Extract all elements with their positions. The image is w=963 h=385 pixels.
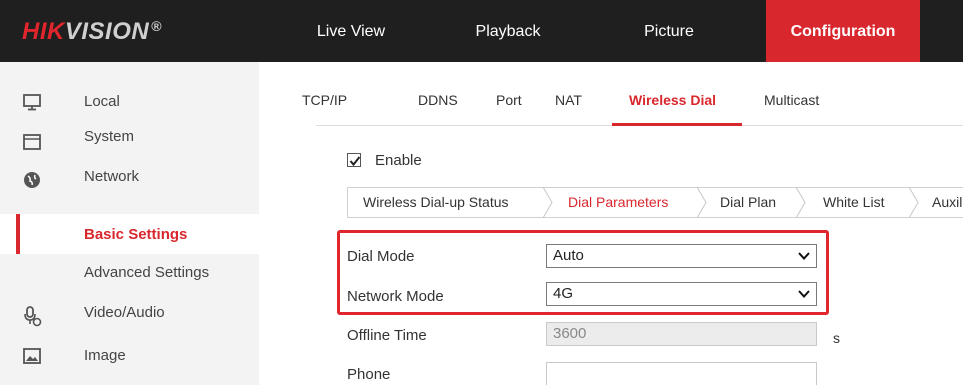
active-tab-underline bbox=[612, 123, 742, 126]
subtab-wireless-dial-up-status[interactable]: Wireless Dial-up Status bbox=[363, 188, 509, 217]
tab-wireless-dial[interactable]: Wireless Dial bbox=[629, 92, 716, 108]
separator-chevron-icon bbox=[908, 187, 919, 218]
separator-chevron-icon bbox=[795, 187, 806, 218]
sidebar-item-image[interactable]: Image bbox=[0, 334, 259, 374]
network-mode-label: Network Mode bbox=[347, 288, 444, 305]
main-content: TCP/IP DDNS Port NAT Wireless Dial Multi… bbox=[259, 62, 963, 385]
sidebar-item-label: Advanced Settings bbox=[84, 264, 210, 281]
chevron-down-icon bbox=[798, 290, 810, 298]
dial-mode-value: Auto bbox=[553, 247, 584, 264]
sidebar-item-video-audio[interactable]: Video/Audio bbox=[0, 294, 259, 334]
tab-multicast[interactable]: Multicast bbox=[764, 92, 819, 108]
nav-picture[interactable]: Picture bbox=[614, 0, 724, 62]
nav-playback[interactable]: Playback bbox=[446, 0, 570, 62]
sidebar-item-label: System bbox=[84, 128, 135, 145]
sidebar-item-basic-settings[interactable]: Basic Settings bbox=[0, 214, 259, 254]
network-mode-select[interactable]: 4G bbox=[546, 282, 817, 306]
monitor-icon bbox=[22, 92, 42, 112]
hikvision-logo: HIKVISION ® bbox=[22, 18, 162, 46]
offline-time-input[interactable]: 3600 bbox=[546, 322, 817, 346]
wireless-dial-subtabs: Wireless Dial-up Status Dial Parameters … bbox=[347, 187, 963, 218]
network-mode-value: 4G bbox=[553, 285, 574, 302]
sidebar-item-local[interactable]: Local bbox=[0, 82, 259, 122]
tab-tcp-ip[interactable]: TCP/IP bbox=[302, 92, 347, 108]
subtab-dial-parameters[interactable]: Dial Parameters bbox=[568, 188, 668, 217]
phone-input[interactable] bbox=[546, 362, 817, 385]
subtab-white-list[interactable]: White List bbox=[823, 188, 884, 217]
separator-chevron-icon bbox=[696, 187, 707, 218]
chevron-down-icon bbox=[798, 252, 810, 260]
sidebar-item-label: Network bbox=[84, 168, 140, 185]
subtab-dial-plan[interactable]: Dial Plan bbox=[720, 188, 776, 217]
image-icon bbox=[22, 346, 42, 366]
nav-live-view[interactable]: Live View bbox=[296, 0, 406, 62]
sidebar-item-network[interactable]: Network bbox=[0, 162, 259, 202]
registered-mark: ® bbox=[151, 18, 163, 34]
offline-time-unit: s bbox=[833, 330, 840, 346]
offline-time-label: Offline Time bbox=[347, 327, 427, 344]
tab-ddns[interactable]: DDNS bbox=[418, 92, 458, 108]
subtab-auxiliary[interactable]: Auxil bbox=[932, 188, 962, 217]
tab-port[interactable]: Port bbox=[496, 92, 522, 108]
top-navigation-bar: HIKVISION ® Live View Playback Picture Co… bbox=[0, 0, 963, 62]
sidebar: Local System Network Basic Settings Adva… bbox=[0, 62, 259, 385]
phone-label: Phone bbox=[347, 366, 391, 383]
sidebar-item-label: Basic Settings bbox=[84, 226, 188, 243]
logo-text-grey: VISION bbox=[64, 18, 150, 45]
sidebar-item-system[interactable]: System bbox=[0, 122, 259, 162]
sidebar-item-label: Video/Audio bbox=[84, 304, 165, 321]
network-tabs: TCP/IP DDNS Port NAT Wireless Dial Multi… bbox=[259, 62, 963, 126]
separator-chevron-icon bbox=[542, 187, 553, 218]
globe-icon bbox=[22, 170, 42, 190]
sidebar-item-label: Local bbox=[84, 93, 120, 110]
microphone-icon bbox=[22, 306, 42, 327]
sidebar-item-advanced-settings[interactable]: Advanced Settings bbox=[0, 254, 259, 294]
tab-nat[interactable]: NAT bbox=[555, 92, 582, 108]
logo-text-red: HIK bbox=[22, 18, 65, 45]
nav-configuration[interactable]: Configuration bbox=[766, 0, 920, 62]
dial-mode-label: Dial Mode bbox=[347, 248, 415, 265]
system-icon bbox=[22, 132, 42, 152]
enable-checkbox[interactable] bbox=[347, 153, 361, 167]
sidebar-item-label: Image bbox=[84, 347, 126, 364]
dial-mode-select[interactable]: Auto bbox=[546, 244, 817, 268]
enable-label: Enable bbox=[375, 152, 422, 169]
